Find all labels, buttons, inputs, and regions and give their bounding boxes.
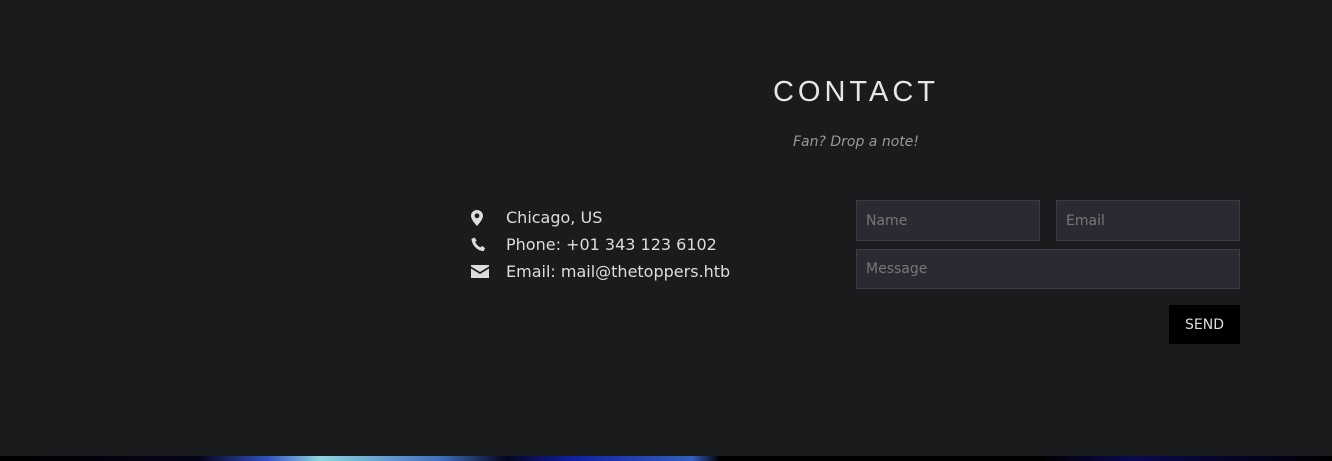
contact-info: Chicago, US Phone: +01 343 123 6102 Emai… <box>471 204 730 285</box>
map-marker-icon <box>471 209 506 226</box>
contact-email: Email: mail@thetoppers.htb <box>471 258 730 285</box>
email-text: Email: mail@thetoppers.htb <box>506 262 731 281</box>
name-input[interactable] <box>856 200 1040 241</box>
phone-icon <box>471 237 506 252</box>
send-button[interactable]: SEND <box>1169 305 1240 344</box>
section-title: CONTACT <box>772 76 939 108</box>
envelope-icon <box>471 265 506 278</box>
contact-location: Chicago, US <box>471 204 730 231</box>
contact-phone: Phone: +01 343 123 6102 <box>471 231 730 258</box>
section-subtitle: Fan? Drop a note! <box>792 134 919 150</box>
location-text: Chicago, US <box>506 208 603 227</box>
message-input[interactable] <box>856 249 1240 289</box>
next-section-image-edge <box>0 456 1332 461</box>
phone-text: Phone: +01 343 123 6102 <box>506 235 717 254</box>
email-input[interactable] <box>1056 200 1240 241</box>
